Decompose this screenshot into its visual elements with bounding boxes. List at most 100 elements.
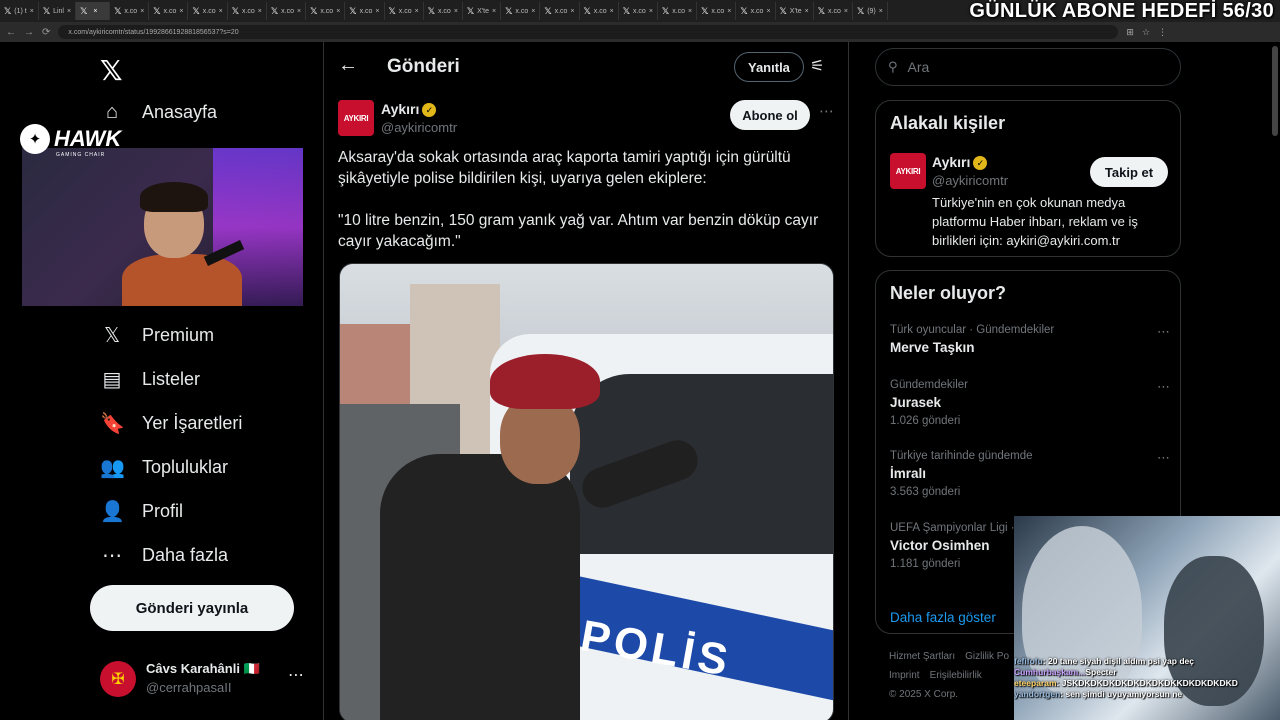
close-icon[interactable]: × — [879, 8, 883, 15]
browser-tab[interactable]: 𝕏 X'te × — [463, 2, 502, 20]
browser-tab[interactable]: 𝕏x.co × — [385, 2, 424, 20]
browser-tab[interactable]: 𝕏x.co × — [619, 2, 658, 20]
browser-tab[interactable]: 𝕏x.co × — [149, 2, 189, 20]
nav-item-topluluklar[interactable]: 👥 Topluluklar — [100, 449, 228, 485]
search-input[interactable]: ⚲ Ara — [875, 48, 1181, 86]
browser-tab[interactable]: 𝕏 (9) × — [853, 2, 888, 20]
browser-tab[interactable]: 𝕏 Linl × — [39, 2, 77, 20]
browser-tab-label: Linl — [53, 7, 64, 15]
close-icon[interactable]: × — [766, 8, 770, 15]
related-name[interactable]: Aykırı ✓ — [932, 154, 988, 171]
forward-nav-icon[interactable]: → — [24, 27, 34, 38]
follow-button[interactable]: Takip et — [1090, 157, 1168, 187]
post-media-video[interactable]: POLİS — [339, 263, 834, 720]
close-icon[interactable]: × — [492, 8, 496, 15]
trend-item[interactable]: Türk oyuncular · Gündemdekiler Merve Taşk… — [890, 324, 1170, 355]
browser-tab[interactable]: 𝕏 X'te × — [776, 2, 814, 20]
close-icon[interactable]: × — [258, 8, 262, 15]
close-icon[interactable]: × — [610, 8, 614, 15]
more-icon[interactable]: ⋯ — [819, 102, 834, 120]
lists-icon: ▤ — [102, 368, 122, 391]
sliders-icon[interactable]: ⚟ — [810, 56, 824, 76]
show-more-link[interactable]: Daha fazla göster — [890, 610, 996, 625]
extensions-icon[interactable]: ⊞ — [1126, 27, 1134, 38]
reload-icon[interactable]: ⟳ — [42, 27, 50, 38]
browser-tab[interactable]: 𝕏x.co × — [188, 2, 228, 20]
close-icon[interactable]: × — [844, 8, 848, 15]
menu-icon[interactable]: ⋮ — [1158, 27, 1167, 38]
more-icon[interactable]: ⋯ — [1157, 324, 1170, 340]
more-icon[interactable]: ⋯ — [1157, 379, 1170, 395]
browser-tab[interactable]: 𝕏x.co × — [424, 2, 463, 20]
x-favicon-icon: 𝕏 — [622, 5, 630, 16]
browser-tab[interactable]: 𝕏x.co × — [228, 2, 267, 20]
chat-username: fefifofu — [1014, 656, 1043, 666]
nav-item-daha-fazla[interactable]: ⋯ Daha fazla — [100, 537, 228, 573]
browser-tab[interactable]: 𝕏x.co × — [540, 2, 580, 20]
browser-tab[interactable]: 𝕏x.co × — [697, 2, 737, 20]
x-favicon-icon: 𝕏 — [80, 5, 88, 16]
close-icon[interactable]: × — [219, 8, 223, 15]
more-icon[interactable]: ⋯ — [1157, 450, 1170, 466]
browser-tab[interactable]: 𝕏x.co × — [658, 2, 698, 20]
star-icon[interactable]: ☆ — [1142, 27, 1150, 38]
nav-item-premium[interactable]: 𝕏 Premium — [100, 317, 214, 353]
account-switcher[interactable]: ✠ Câvs Karahânli 🇮🇹 @cerrahpasaII ⋯ — [100, 659, 310, 699]
post-author-handle[interactable]: @aykiricomtr — [381, 120, 457, 135]
close-icon[interactable]: × — [30, 8, 34, 15]
close-icon[interactable]: × — [140, 8, 144, 15]
post-button[interactable]: Gönderi yayınla — [90, 585, 294, 631]
close-icon[interactable]: × — [688, 8, 692, 15]
trend-item[interactable]: Türkiye tarihinde gündemde İmralı 3.563 gö… — [890, 450, 1170, 498]
related-name-text[interactable]: Aykırı — [932, 154, 970, 170]
footer-link[interactable]: Erişilebilirlik — [930, 670, 982, 681]
browser-tab[interactable]: 𝕏x.co × — [814, 2, 853, 20]
browser-tab[interactable]: 𝕏 (1) t × — [0, 2, 39, 20]
browser-tab[interactable]: 𝕏x.co × — [267, 2, 307, 20]
close-icon[interactable]: × — [570, 8, 574, 15]
nav-item-listeler[interactable]: ▤ Listeler — [100, 361, 200, 397]
footer-link[interactable]: Hizmet Şartları — [889, 651, 955, 662]
close-icon[interactable]: × — [375, 8, 379, 15]
browser-tab[interactable]: 𝕏x.co × — [345, 2, 385, 20]
browser-tab[interactable]: 𝕏x.co × — [736, 2, 776, 20]
close-icon[interactable]: × — [531, 8, 535, 15]
back-arrow-icon[interactable]: ← — [338, 54, 358, 77]
close-icon[interactable]: × — [454, 8, 458, 15]
close-icon[interactable]: × — [805, 8, 809, 15]
footer-link[interactable]: Imprint — [889, 670, 920, 681]
browser-tab[interactable]: 𝕏x.co × — [501, 2, 541, 20]
related-avatar[interactable]: AYKIRI — [890, 153, 926, 189]
footer-link[interactable]: Gizlilik Po — [965, 651, 1009, 662]
close-icon[interactable]: × — [336, 8, 340, 15]
browser-tab-label: x.co — [632, 7, 646, 15]
browser-tab[interactable]: 𝕏x.co × — [110, 2, 150, 20]
browser-tab[interactable]: 𝕏x.co × — [580, 2, 619, 20]
close-icon[interactable]: × — [415, 8, 419, 15]
address-bar[interactable]: x.com/aykiricomtr/status/199286619288185… — [58, 25, 1119, 39]
post-author-name[interactable]: Aykırı ✓ — [381, 101, 437, 118]
related-handle[interactable]: @aykiricomtr — [932, 173, 1008, 188]
more-icon[interactable]: ⋯ — [288, 665, 304, 685]
close-icon[interactable]: × — [93, 8, 97, 15]
post-author-name-text[interactable]: Aykırı — [381, 101, 419, 117]
footer-links: Hizmet Şartları Gizlilik Po Imprint Erişil… — [889, 647, 1029, 704]
reply-button[interactable]: Yanıtla — [734, 52, 804, 82]
subscribe-button[interactable]: Abone ol — [730, 100, 810, 130]
close-icon[interactable]: × — [727, 8, 731, 15]
scrollbar[interactable] — [1272, 46, 1278, 136]
close-icon[interactable]: × — [179, 8, 183, 15]
x-favicon-icon: 𝕏 — [505, 5, 513, 16]
trend-item[interactable]: Gündemdekiler Jurasek 1.026 gönderi ⋯ — [890, 379, 1170, 427]
post-author-avatar[interactable]: AYKIRI — [338, 100, 374, 136]
back-nav-icon[interactable]: ← — [6, 27, 16, 38]
close-icon[interactable]: × — [649, 8, 653, 15]
x-logo-icon[interactable]: 𝕏 — [100, 54, 123, 87]
chat-text: Specter — [1085, 667, 1117, 677]
nav-item-profil[interactable]: 👤 Profil — [100, 493, 183, 529]
close-icon[interactable]: × — [67, 8, 71, 15]
browser-tab[interactable]: 𝕏 × — [76, 2, 111, 20]
browser-tab[interactable]: 𝕏x.co × — [306, 2, 346, 20]
nav-item-yer-i-şaretleri[interactable]: 🔖 Yer İşaretleri — [100, 405, 242, 441]
close-icon[interactable]: × — [297, 8, 301, 15]
